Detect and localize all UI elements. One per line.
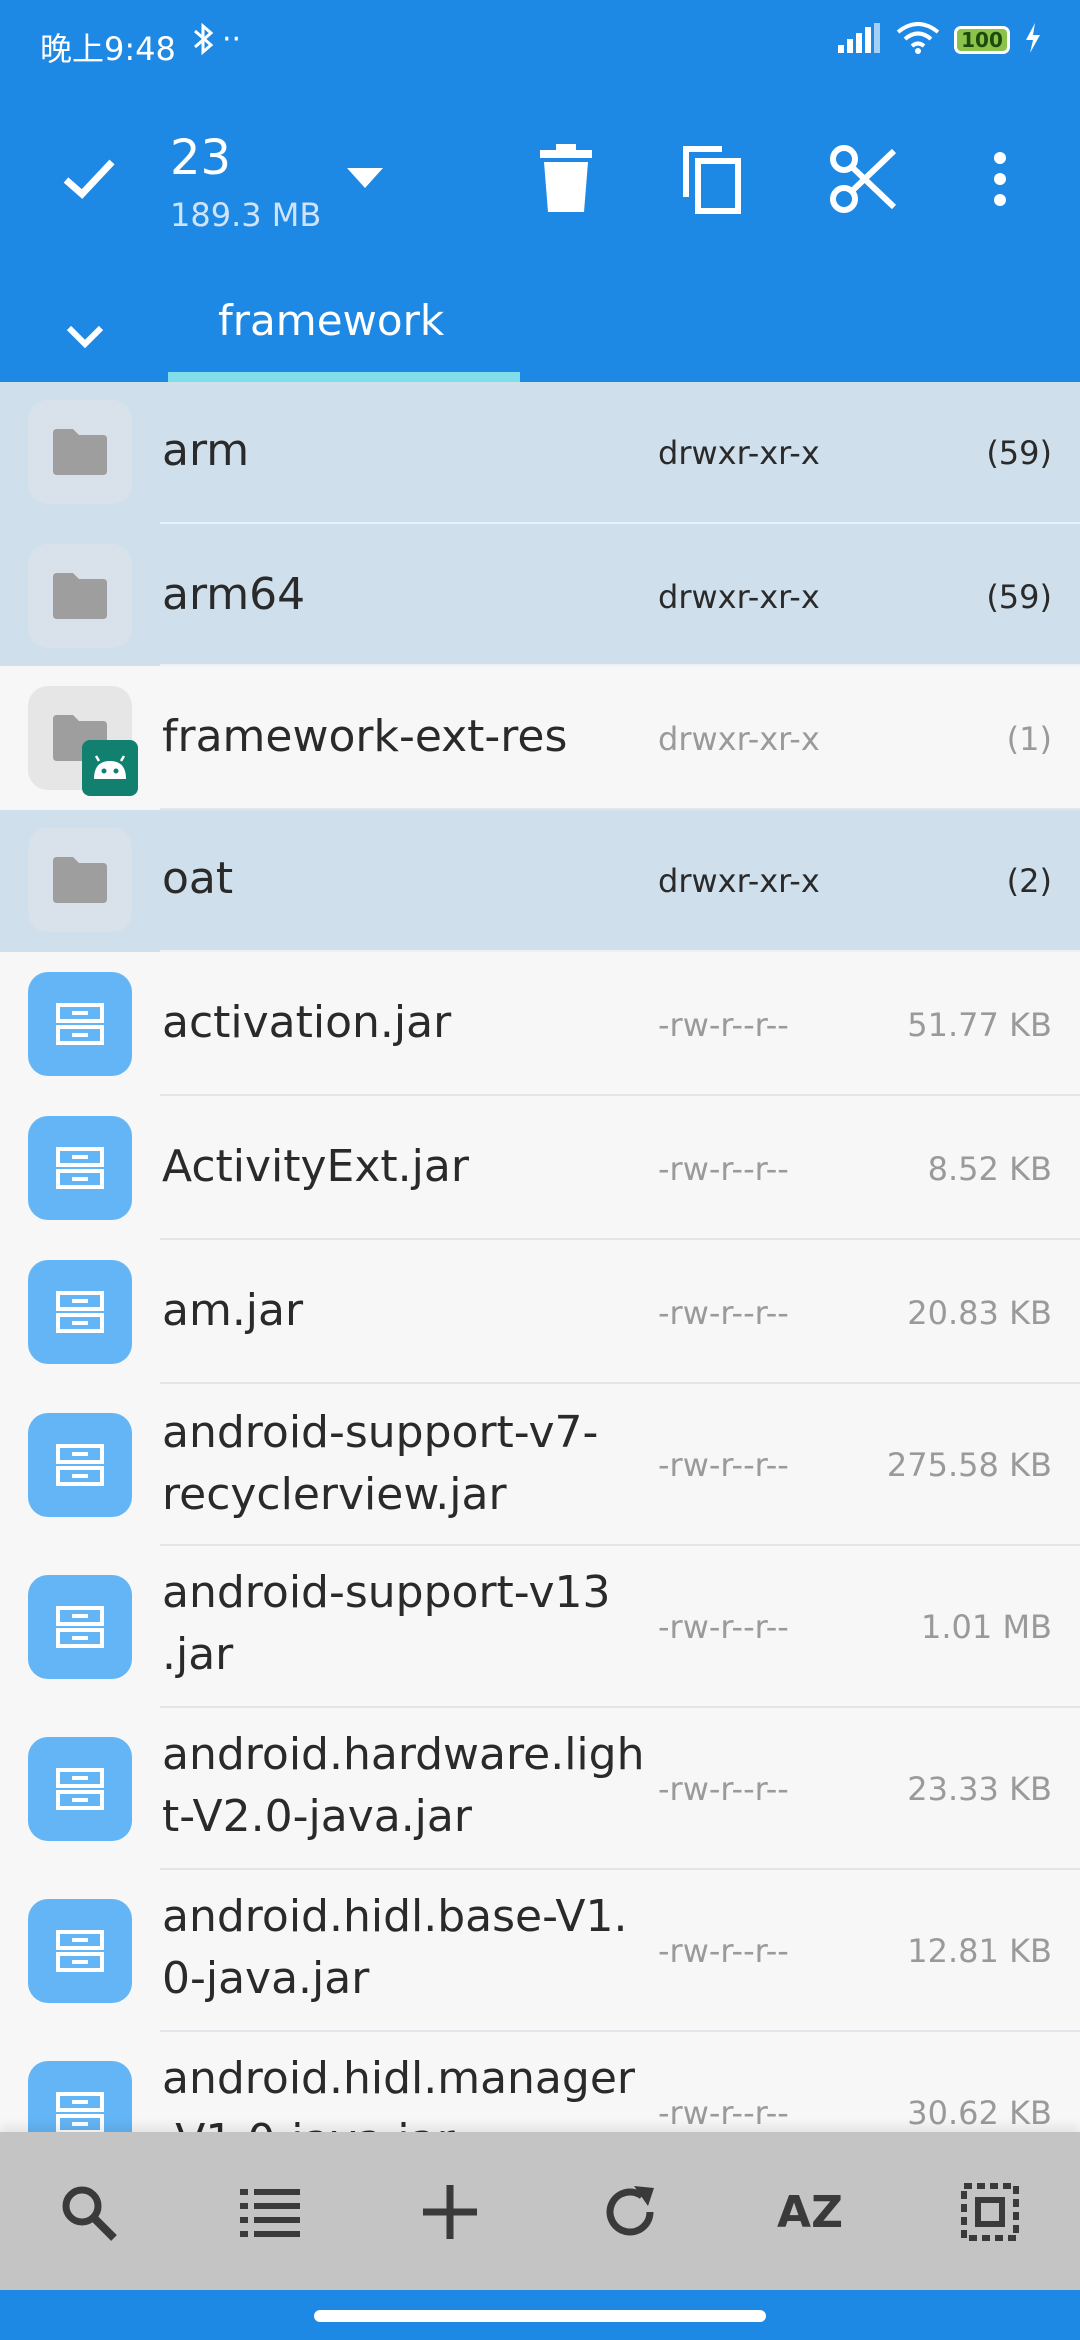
check-icon[interactable] [48, 138, 128, 218]
file-size: 23.33 KB [907, 1770, 1052, 1808]
file-size: 8.52 KB [927, 1150, 1052, 1188]
list-item[interactable]: activation.jar -rw-r--r-- 51.77 KB [0, 952, 1080, 1096]
file-name-line2: t-V2.0-java.jar [162, 1791, 472, 1842]
tab-framework[interactable]: framework [168, 292, 520, 382]
file-list[interactable]: arm drwxr-xr-x (59) arm64 drwxr-xr-x (59… [0, 382, 1080, 2132]
file-name-line2: recyclerview.jar [162, 1469, 507, 1520]
chevron-down-icon[interactable] [52, 304, 118, 370]
tab-label: framework [218, 296, 445, 345]
archive-file-icon [28, 1899, 132, 2003]
list-item[interactable]: arm drwxr-xr-x (59) [0, 382, 1080, 524]
tab-indicator [168, 372, 520, 382]
selection-count: 23 [170, 130, 232, 186]
file-name-line1: android-support-v7- [162, 1407, 599, 1458]
file-permissions: -rw-r--r-- [658, 1932, 789, 1970]
list-item[interactable]: oat drwxr-xr-x (2) [0, 810, 1080, 952]
archive-file-icon [28, 1737, 132, 1841]
file-name-line1: android-support-v13 [162, 1567, 611, 1618]
file-permissions: drwxr-xr-x [658, 578, 820, 616]
charging-icon [1024, 23, 1042, 57]
file-size: 12.81 KB [907, 1932, 1052, 1970]
file-permissions: -rw-r--r-- [658, 1294, 789, 1332]
archive-file-icon [28, 2061, 132, 2132]
file-permissions: -rw-r--r-- [658, 1770, 789, 1808]
list-item[interactable]: arm64 drwxr-xr-x (59) [0, 524, 1080, 666]
bluetooth-icon [192, 22, 214, 64]
file-name-line1: android.hardware.ligh [162, 1729, 645, 1780]
file-permissions: -rw-r--r-- [658, 1006, 789, 1044]
file-permissions: drwxr-xr-x [658, 862, 820, 900]
file-name: arm64 [162, 569, 306, 620]
archive-file-icon [28, 1260, 132, 1364]
selection-size: 189.3 MB [170, 196, 322, 234]
file-name-line2: -V1.0-java.jar [162, 2110, 455, 2132]
archive-file-icon [28, 1575, 132, 1679]
folder-icon [28, 400, 132, 504]
file-size: 51.77 KB [907, 1006, 1052, 1044]
file-name: am.jar [162, 1285, 304, 1336]
file-size: (59) [986, 434, 1052, 472]
file-size: 30.62 KB [907, 2094, 1052, 2132]
status-bar: 晚上9:48 ·· 100 [0, 0, 1080, 92]
navigation-bar [0, 2290, 1080, 2340]
file-size: (59) [986, 578, 1052, 616]
file-name: arm [162, 425, 250, 476]
file-size: 1.01 MB [921, 1608, 1052, 1646]
refresh-icon[interactable] [590, 2172, 670, 2252]
list-item[interactable]: ActivityExt.jar -rw-r--r-- 8.52 KB [0, 1096, 1080, 1240]
folder-icon [28, 544, 132, 648]
file-permissions: drwxr-xr-x [658, 720, 820, 758]
folder-icon [28, 686, 138, 796]
file-name: ActivityExt.jar [162, 1141, 469, 1192]
dropdown-icon[interactable] [340, 158, 390, 198]
delete-icon[interactable] [526, 134, 606, 224]
file-permissions: -rw-r--r-- [658, 1608, 789, 1646]
file-name: oat [162, 853, 234, 904]
file-name: activation.jar [162, 997, 452, 1048]
file-name-line1: android.hidl.base-V1. [162, 1891, 628, 1942]
cut-icon[interactable] [818, 134, 908, 224]
status-time: 晚上9:48 [40, 30, 176, 68]
file-name: framework-ext-res [162, 711, 568, 762]
status-icons: 100 [838, 22, 1042, 58]
sort-label: AZ [777, 2186, 843, 2238]
selection-toolbar: 23 189.3 MB framework [0, 92, 1080, 382]
file-size: 20.83 KB [907, 1294, 1052, 1332]
archive-file-icon [28, 1116, 132, 1220]
archive-file-icon [28, 972, 132, 1076]
archive-file-icon [28, 1413, 132, 1517]
file-size: (2) [1006, 862, 1052, 900]
signal-icon [838, 23, 882, 57]
file-permissions: -rw-r--r-- [658, 1446, 789, 1484]
folder-icon [28, 828, 132, 932]
list-item[interactable]: android.hardware.ligh t-V2.0-java.jar -r… [0, 1708, 1080, 1870]
list-item[interactable]: android-support-v7- recyclerview.jar -rw… [0, 1384, 1080, 1546]
select-all-icon[interactable] [950, 2172, 1030, 2252]
file-size: (1) [1006, 720, 1052, 758]
more-icon[interactable] [970, 134, 1030, 224]
list-view-icon[interactable] [230, 2172, 310, 2252]
list-item[interactable]: android-support-v13 .jar -rw-r--r-- 1.01… [0, 1546, 1080, 1708]
file-permissions: -rw-r--r-- [658, 1150, 789, 1188]
file-permissions: -rw-r--r-- [658, 2094, 789, 2132]
file-permissions: drwxr-xr-x [658, 434, 820, 472]
list-item[interactable]: android.hidl.base-V1. 0-java.jar -rw-r--… [0, 1870, 1080, 2032]
file-name-line2: 0-java.jar [162, 1953, 370, 2004]
add-icon[interactable] [410, 2172, 490, 2252]
wifi-icon [896, 22, 940, 58]
sort-icon[interactable]: AZ [770, 2172, 850, 2252]
list-item[interactable]: am.jar -rw-r--r-- 20.83 KB [0, 1240, 1080, 1384]
home-gesture-handle[interactable] [314, 2310, 766, 2322]
copy-icon[interactable] [672, 134, 752, 224]
status-dots: ·· [222, 22, 242, 57]
file-size: 275.58 KB [886, 1446, 1052, 1484]
bottom-action-bar: AZ [0, 2132, 1080, 2290]
file-name-line2: .jar [162, 1629, 234, 1680]
battery-icon: 100 [954, 26, 1010, 54]
list-item[interactable]: android.hidl.manager -V1.0-java.jar -rw-… [0, 2032, 1080, 2132]
android-icon [82, 740, 138, 796]
search-icon[interactable] [48, 2172, 128, 2252]
list-item[interactable]: framework-ext-res drwxr-xr-x (1) [0, 666, 1080, 810]
file-name-line1: android.hidl.manager [162, 2053, 635, 2104]
